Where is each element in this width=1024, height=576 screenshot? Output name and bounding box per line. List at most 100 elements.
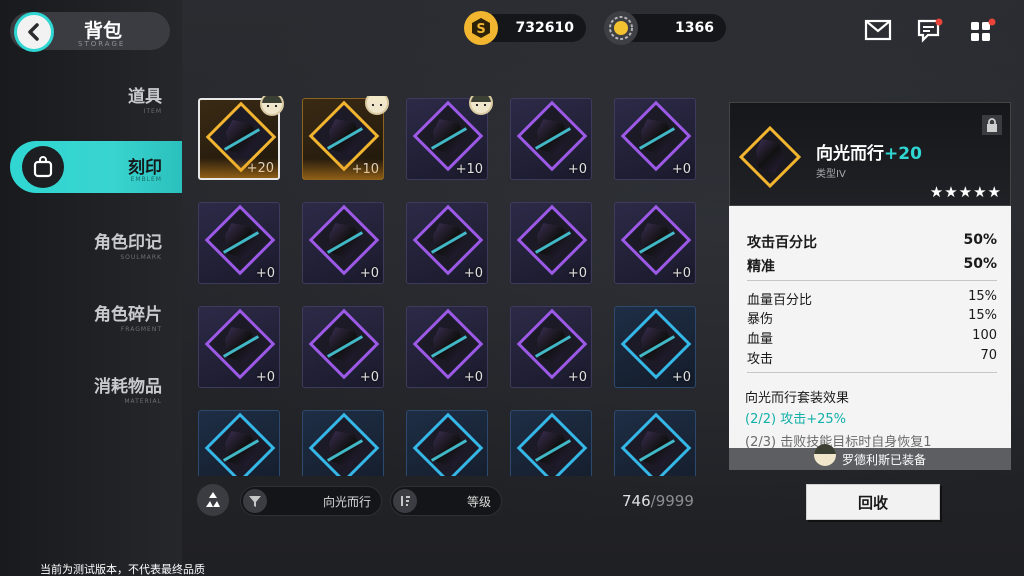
sidebar-item-item[interactable]: 道具 ITEM: [128, 82, 162, 115]
sidebar-item-label: 角色印记: [94, 233, 162, 253]
sidebar-item-label: 刻印: [128, 158, 162, 178]
emblem-level: +0: [671, 162, 691, 177]
sidebar-item-sublabel: EMBLEM: [130, 176, 162, 183]
emblem-level: +0: [463, 370, 483, 385]
emblem-level: +0: [255, 266, 275, 281]
emblem-card[interactable]: +0: [198, 306, 280, 388]
name-filter[interactable]: 向光而行: [240, 486, 382, 516]
gem-coin-icon: [604, 11, 638, 45]
emblem-level: +10: [455, 162, 483, 177]
stat-value: 15%: [968, 308, 997, 323]
emblem-card[interactable]: +0: [614, 98, 696, 180]
sidebar-item-emblem[interactable]: 刻印 EMBLEM: [10, 141, 182, 193]
recycle-filter-button[interactable]: [197, 484, 229, 516]
gem-amount: 1366: [675, 20, 714, 36]
sub-stat-row: 攻击 70: [747, 348, 997, 367]
emblem-grid: +20 +10 +10 +0 +0 +0 +0 +0 +0 +0 +0 +0 +0 +0 +0: [196, 96, 706, 476]
emblem-card[interactable]: +0: [614, 306, 696, 388]
sub-stat-row: 血量 100: [747, 328, 997, 347]
emblem-level: +0: [359, 370, 379, 385]
sidebar-item-sublabel: MATERIAL: [124, 398, 162, 405]
page-title: 背包: [84, 20, 123, 42]
emblem-level: +0: [671, 370, 691, 385]
sort-icon: [393, 489, 417, 513]
sidebar-item-label: 道具: [128, 87, 162, 107]
sidebar-item-material[interactable]: 消耗物品 MATERIAL: [94, 372, 162, 405]
character-avatar: [813, 444, 836, 466]
detail-name: 向光而行+20: [816, 139, 922, 164]
stat-label: 暴伤: [747, 312, 774, 327]
inventory-count: 746/9999: [622, 492, 694, 510]
emblem-card[interactable]: +0: [302, 202, 384, 284]
sidebar-item-soulmark[interactable]: 角色印记 SOULMARK: [94, 228, 162, 261]
emblem-card[interactable]: [510, 410, 592, 476]
set-effect-line: (2/2) 攻击+25%: [745, 412, 846, 427]
emblem-card[interactable]: +0: [302, 306, 384, 388]
sub-stat-row: 暴伤 15%: [747, 308, 997, 327]
emblem-level: +0: [671, 266, 691, 281]
chat-button[interactable]: [916, 18, 944, 44]
detail-header: 向光而行+20 类型IV ★★★★★: [729, 102, 1011, 206]
emblem-level: +0: [567, 370, 587, 385]
detail-plus: +20: [884, 144, 922, 164]
emblem-level: +0: [463, 266, 483, 281]
emblem-card[interactable]: [614, 410, 696, 476]
emblem-card[interactable]: [198, 410, 280, 476]
back-button[interactable]: [14, 12, 54, 52]
stat-label: 攻击: [747, 352, 774, 367]
sidebar-item-fragment[interactable]: 角色碎片 FRAGMENT: [94, 300, 162, 333]
gold-coin-icon: S: [464, 11, 498, 45]
emblem-card[interactable]: [406, 410, 488, 476]
emblem-card[interactable]: +0: [510, 202, 592, 284]
character-avatar: [365, 96, 389, 115]
stat-label: 血量百分比: [747, 293, 813, 308]
emblem-card[interactable]: +0: [198, 202, 280, 284]
sort-filter-label: 等级: [466, 495, 491, 509]
chat-icon: [917, 18, 943, 43]
sidebar: 背包 STORAGE 道具 ITEM 刻印 EMBLEM 角色印记 SOULMA…: [0, 0, 182, 576]
emblem-level: +0: [359, 266, 379, 281]
test-version-note: 当前为测试版本，不代表最终品质: [40, 563, 205, 576]
funnel-icon: [243, 489, 267, 513]
stat-value: 50%: [963, 256, 997, 272]
gold-currency[interactable]: S 732610: [464, 11, 586, 45]
divider: [747, 372, 997, 373]
inventory-count-value: 746: [622, 492, 651, 510]
character-avatar: [469, 96, 493, 115]
page-subtitle: STORAGE: [78, 40, 126, 48]
stat-value: 50%: [963, 232, 997, 248]
menu-button[interactable]: [968, 18, 996, 44]
emblem-level: +0: [567, 266, 587, 281]
equipped-by-text: 罗德利斯已装备: [841, 452, 926, 467]
emblem-level: +0: [567, 162, 587, 177]
emblem-level: +0: [255, 370, 275, 385]
emblem-card[interactable]: [302, 410, 384, 476]
detail-type: 类型IV: [816, 169, 846, 180]
mail-icon: [864, 19, 892, 41]
emblem-card[interactable]: +0: [406, 202, 488, 284]
inventory-count-max: /9999: [650, 492, 694, 510]
emblem-card[interactable]: +0: [510, 98, 592, 180]
detail-panel: 向光而行+20 类型IV ★★★★★ 攻击百分比 50% 精准 50% 血量百分…: [729, 102, 1011, 470]
sidebar-item-sublabel: ITEM: [143, 108, 162, 115]
stat-value: 100: [972, 328, 997, 343]
mail-button[interactable]: [864, 18, 892, 44]
recycle-icon: [206, 492, 220, 507]
lock-button[interactable]: [982, 115, 1002, 135]
sub-stat-row: 血量百分比 15%: [747, 289, 997, 308]
sidebar-item-label: 消耗物品: [94, 377, 162, 397]
recycle-button[interactable]: 回收: [806, 484, 940, 520]
emblem-card[interactable]: +10: [406, 96, 493, 180]
lock-icon: [987, 118, 997, 132]
gem-currency[interactable]: 1366: [604, 11, 726, 45]
sort-filter[interactable]: 等级: [390, 486, 502, 516]
emblem-card[interactable]: +0: [510, 306, 592, 388]
stat-label: 血量: [747, 332, 774, 347]
emblem-card[interactable]: +20: [198, 96, 284, 180]
emblem-card[interactable]: +10: [302, 96, 389, 180]
emblem-level: +10: [351, 162, 379, 177]
detail-name-text: 向光而行: [816, 144, 884, 164]
emblem-card[interactable]: +0: [406, 306, 488, 388]
emblem-card[interactable]: +0: [614, 202, 696, 284]
main-stat-row: 攻击百分比 50%: [747, 232, 997, 252]
